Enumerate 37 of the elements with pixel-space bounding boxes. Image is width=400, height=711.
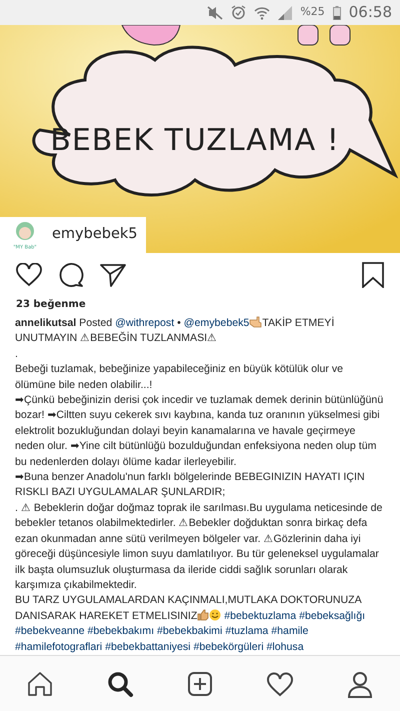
clock-time: 06:58	[348, 2, 392, 24]
battery-icon	[332, 6, 341, 20]
hashtag-link[interactable]: #tuzlama	[225, 625, 268, 638]
battery-percent: %25	[300, 4, 325, 20]
hashtag-link[interactable]: #bebekbakımı	[87, 625, 154, 638]
pointing-hand-icon	[249, 316, 262, 328]
bookmark-icon[interactable]	[362, 262, 384, 288]
caption-paragraph: BU TARZ UYGULAMALARDAN KAÇINMALI,MUTLAKA DOKTORUNUZA DANISARAK HAREKET ETMELISINIZ #bebektuzlama #bebeksağlığı #bebekveanne #bebekbakımı #bebekbakimi #tuzlama #hamile #hamilefotograflari #bebekbattaniyesi #bebekörgüleri #lohusa	[15, 593, 366, 655]
alarm-icon	[231, 5, 246, 20]
hashtag-link[interactable]: #bebekbakimi	[156, 625, 222, 638]
hashtag-link[interactable]: #bebekbattaniyesi	[105, 640, 191, 653]
smiling-face-icon	[209, 608, 222, 621]
mute-icon	[207, 6, 224, 20]
caption-paragraph: .	[15, 346, 19, 362]
username-link[interactable]: emybebek5	[52, 224, 138, 246]
hashtag-link[interactable]: #hamilefotograflari	[15, 640, 102, 653]
hashtag-link[interactable]: #bebekörgüleri	[193, 640, 264, 653]
share-icon[interactable]	[100, 263, 126, 287]
signal-icon	[278, 6, 292, 20]
wifi-icon	[254, 6, 270, 20]
comment-icon[interactable]	[58, 262, 84, 288]
mention-link[interactable]: @emybebek5	[184, 317, 250, 329]
like-count: 23 beğenme	[15, 298, 87, 312]
caption-paragraph: Bebeği tuzlamak, bebeğinize yapabileceğiniz en büyük kötülük olur ve ölümüne bile neden olabilir...!	[15, 362, 344, 393]
hashtag-link[interactable]: #lohusa	[266, 640, 304, 653]
username-link[interactable]: annelikutsal	[15, 317, 76, 329]
caption-paragraph: annelikutsal Posted @withrepost • @emybebek5 TAKİP ETMEYİ UNUTMAYIN ⚠BEBEĞİN TUZLANMASI⚠	[15, 316, 336, 346]
hashtag-link[interactable]: #bebektuzlama	[224, 610, 296, 622]
caption-paragraph: . ⚠ Bebeklerin doğar doğmaz toprak ile sarılması.Bu uygulama neticesinde de bebekler tetanos olabilmektedirler. ⚠Bebekler doğduktan sonra birkaç defa ezan okunmadan anne sütü verilmeyen bölgeler var. ⚠Gözlerinin daha iyi göreceği düşüncesiyle limon suyu damlatılıyor. Bu tür geleneksel uygulamalar ilk başta olumsuzluk oluşturmasa da ileride ciddi sağlık sorunları olarak karşımıza çıkabilmektedir.	[15, 500, 384, 593]
hashtag-link[interactable]: #hamile	[271, 625, 308, 638]
caption-paragraph: ➡Çünkü bebeğinizin derisi çok incedir ve tuzlamak demek derinin bütünlüğünü bozar! ➡Ciltten suyu cekerek sıvı kaybına, kanda tuz oranının yükselmesi gibi elektrolit bozukluğundan dolayi beyin kanamalarına ve havale geçirmeye neden olur. ➡Yine cilt bütünlüğü bozulduğundan enfeksiyona neden olup tüm bu nedenlerden dolayı ölüme kadar ilerleyebilir.	[15, 393, 384, 470]
caption-paragraph: ➡Buna benzer Anadolu'nun farklı bölgelerinde BEBEGINIZIN HAYATI IÇIN RISKLI BAZI UYGULAMALAR ŞUNLARDIR;	[15, 470, 366, 500]
hashtag-link[interactable]: #bebeksağlığı	[299, 610, 366, 622]
hashtag-link[interactable]: #bebekveanne	[15, 625, 85, 638]
like-icon[interactable]	[16, 263, 42, 287]
thumbs-up-icon	[197, 608, 210, 621]
mention-link[interactable]: @withrepost	[115, 317, 174, 329]
